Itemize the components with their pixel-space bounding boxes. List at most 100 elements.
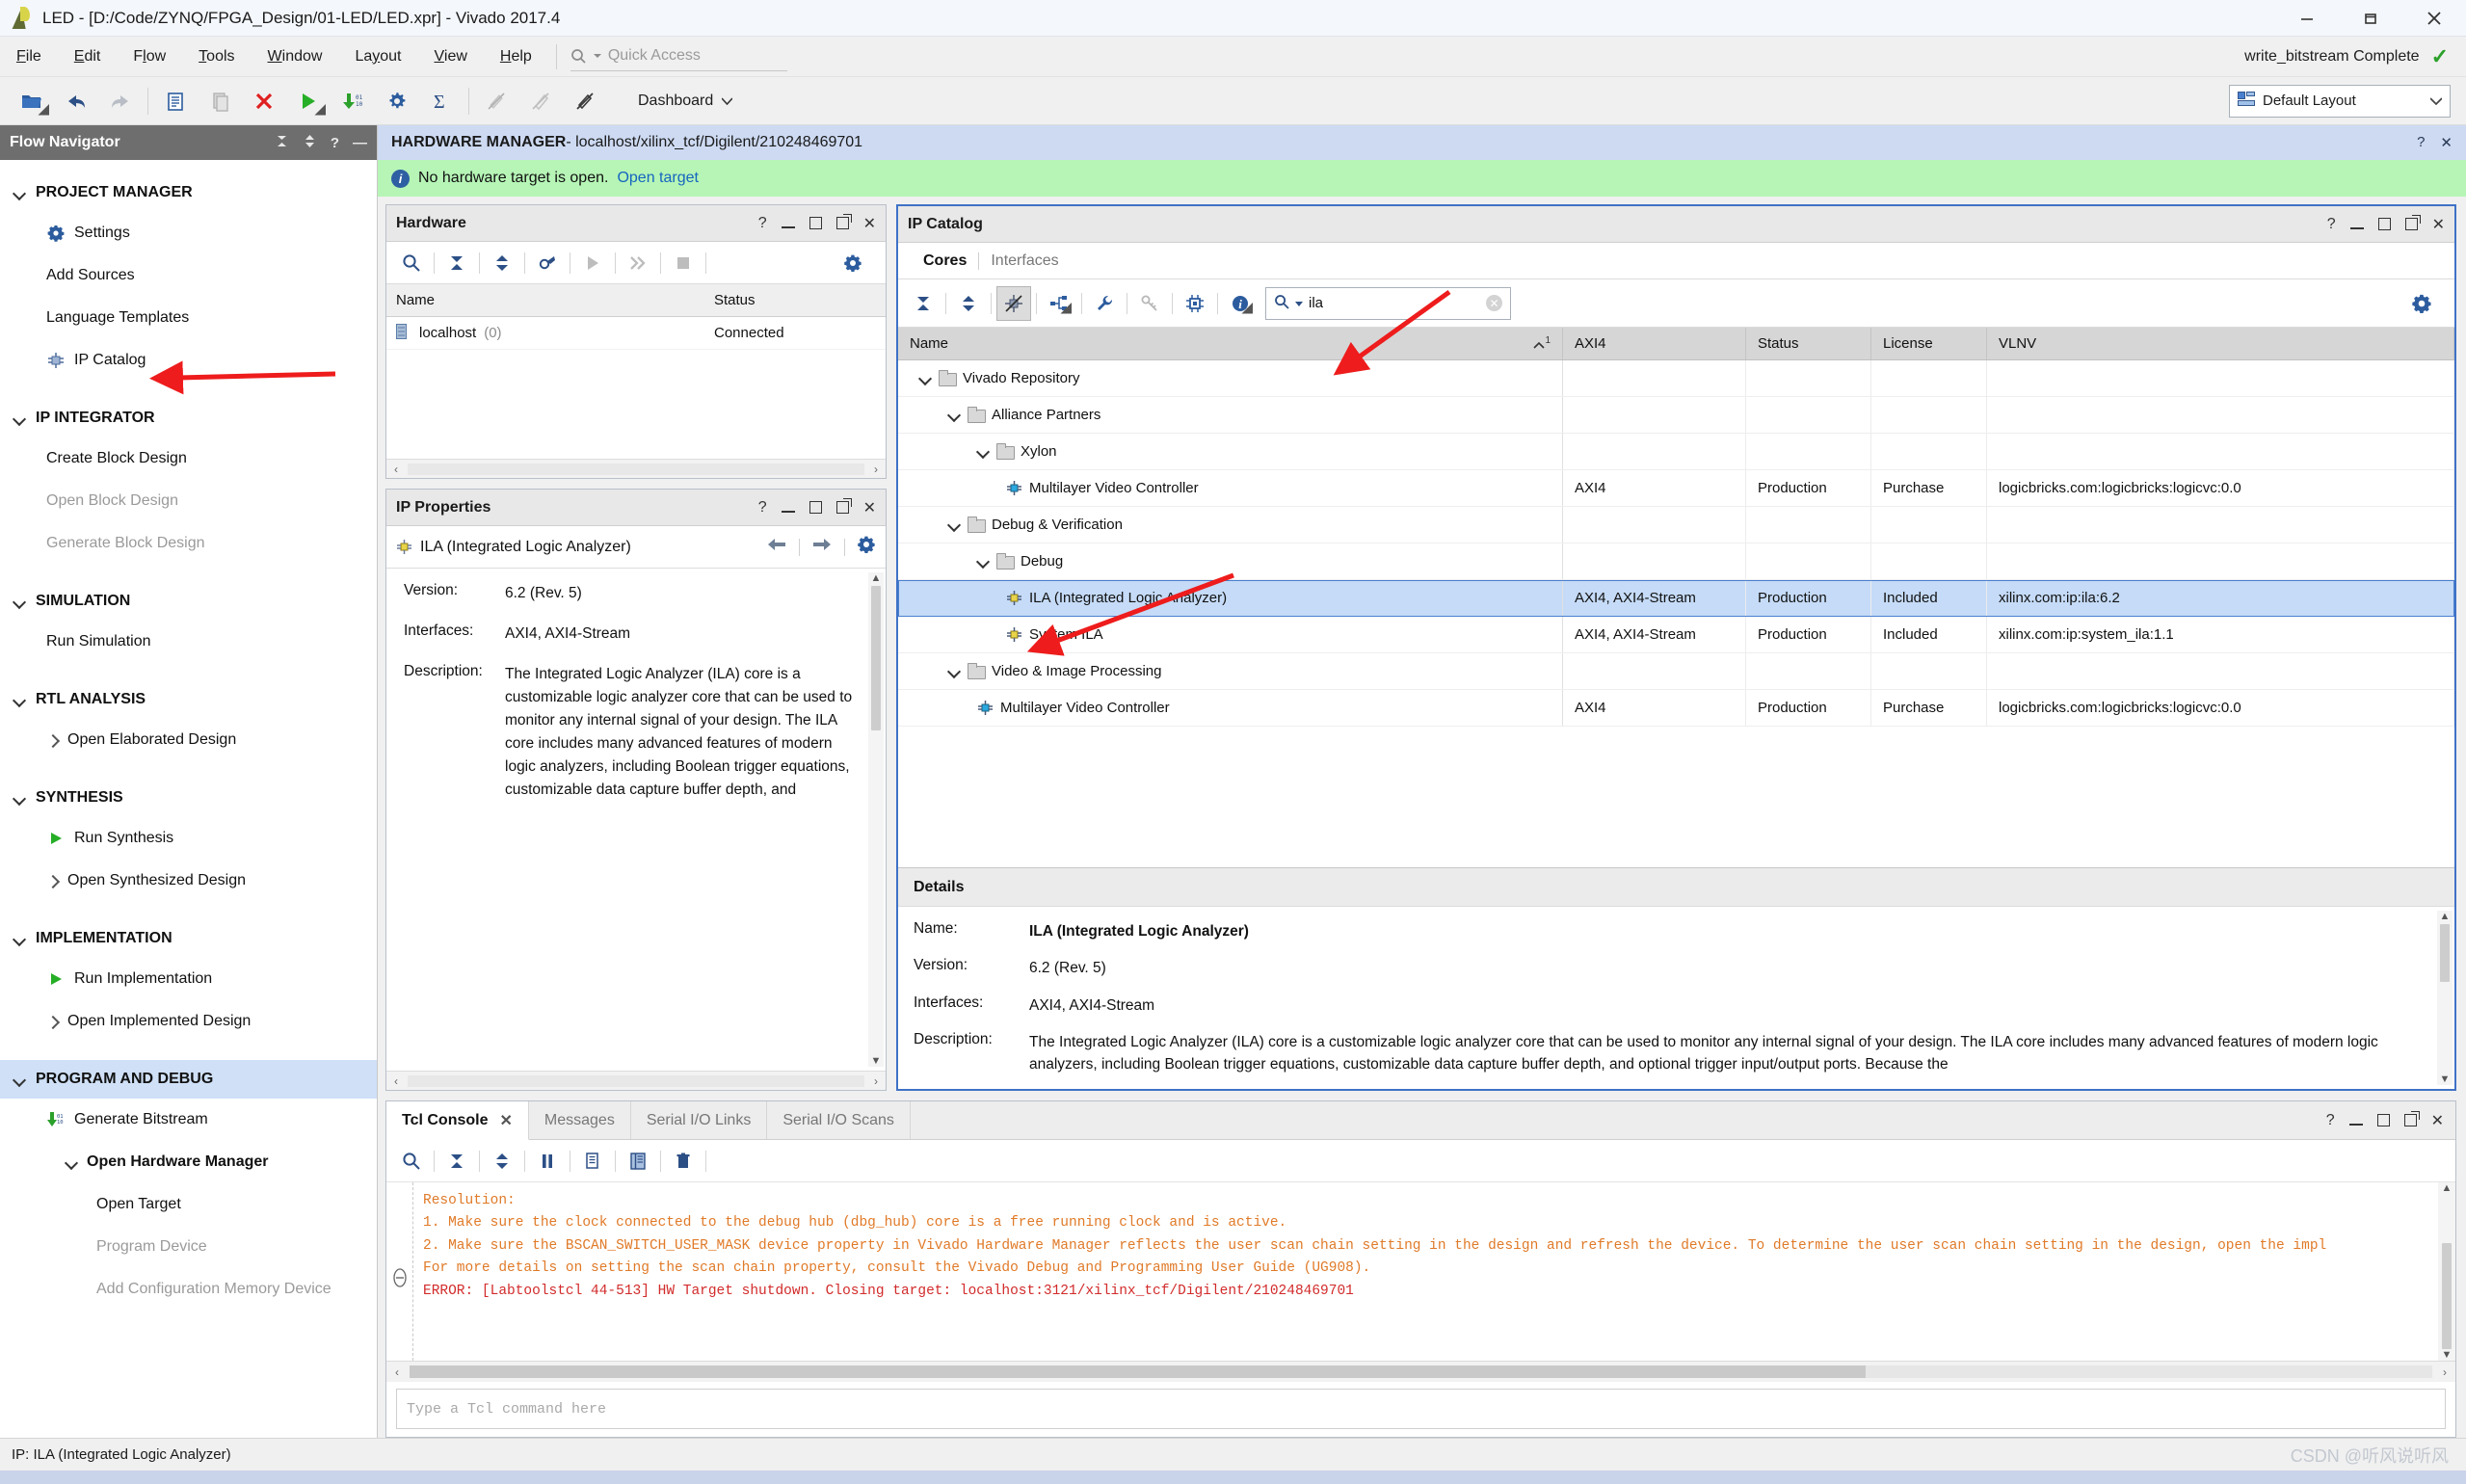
table-row[interactable]: Debug & Verification [898, 507, 2454, 543]
help-icon[interactable]: ? [758, 215, 767, 232]
close-icon[interactable]: ✕ [863, 498, 876, 517]
scroll-right-arrow[interactable]: › [866, 463, 886, 476]
sidebar-item-settings[interactable]: Settings [0, 212, 377, 254]
ip-properties-vertical-scrollbar[interactable]: ▲ ▼ [868, 572, 884, 1067]
collapse-all-icon[interactable] [275, 134, 289, 152]
scroll-thumb[interactable] [871, 586, 881, 730]
ip-properties-gear-icon[interactable] [857, 535, 876, 559]
clear-debug-button[interactable] [563, 80, 607, 122]
settings-wrench-icon[interactable] [1087, 286, 1122, 321]
sidebar-section-program-and-debug[interactable]: PROGRAM AND DEBUG [0, 1060, 377, 1099]
tcl-command-input[interactable]: Type a Tcl command here [396, 1389, 2446, 1429]
ip-properties-horizontal-scrollbar[interactable]: ‹ › [386, 1071, 886, 1090]
maximize-button[interactable] [2339, 0, 2402, 37]
pause-icon[interactable] [530, 1144, 565, 1179]
table-row[interactable]: Debug [898, 543, 2454, 580]
help-icon[interactable]: ? [758, 499, 767, 517]
close-icon[interactable]: ✕ [2440, 134, 2453, 151]
menu-file[interactable]: File [0, 37, 58, 77]
hardware-settings-gear-icon[interactable] [835, 246, 870, 280]
float-icon[interactable] [2405, 218, 2418, 230]
run-button[interactable] [286, 80, 331, 122]
scroll-track[interactable] [408, 464, 864, 475]
back-arrow-icon[interactable] [766, 537, 787, 557]
scroll-up-arrow[interactable]: ▲ [2440, 911, 2451, 922]
sidebar-item-open-elaborated-design[interactable]: Open Elaborated Design [0, 719, 377, 761]
scroll-down-arrow[interactable]: ▼ [2440, 1073, 2451, 1085]
clear-search-icon[interactable]: ✕ [1486, 295, 1502, 311]
ip-search-box[interactable]: ila ✕ [1265, 287, 1511, 320]
column-header-name[interactable]: Name 1 [898, 328, 1563, 359]
column-header-license[interactable]: License [1871, 328, 1987, 359]
help-icon[interactable]: ? [2327, 216, 2336, 233]
chevron-down-icon[interactable] [977, 445, 990, 458]
scroll-left-arrow[interactable]: ‹ [386, 1074, 406, 1088]
table-row[interactable]: Multilayer Video Controller AXI4 Product… [898, 470, 2454, 507]
sidebar-item-generate-bitstream[interactable]: 01 10 Generate Bitstream [0, 1099, 377, 1141]
group-by-repository-icon[interactable] [1042, 286, 1076, 321]
tab-messages[interactable]: Messages [529, 1101, 631, 1139]
console-horizontal-scrollbar[interactable]: ‹ › [386, 1361, 2455, 1382]
table-row[interactable]: System ILA AXI4, AXI4-Stream Production … [898, 617, 2454, 653]
forward-arrow-icon[interactable] [811, 537, 833, 557]
close-icon[interactable]: ✕ [863, 214, 876, 233]
maximize-icon[interactable] [2378, 218, 2391, 230]
scroll-down-arrow[interactable]: ▼ [871, 1055, 882, 1067]
sidebar-item-open-target[interactable]: Open Target [0, 1183, 377, 1226]
sidebar-item-create-block-design[interactable]: Create Block Design [0, 437, 377, 480]
minimize-icon[interactable] [782, 511, 795, 513]
scroll-thumb[interactable] [2442, 1243, 2452, 1349]
close-button[interactable] [2402, 0, 2466, 37]
column-header-name[interactable]: Name [386, 284, 704, 316]
sidebar-item-ip-catalog[interactable]: IP Catalog [0, 339, 377, 382]
ip-info-icon[interactable]: i [1223, 286, 1258, 321]
minimize-icon[interactable]: — [353, 135, 367, 151]
search-icon[interactable] [394, 1144, 429, 1179]
help-icon[interactable]: ? [2417, 134, 2425, 151]
sidebar-section-ip-integrator[interactable]: IP INTEGRATOR [0, 399, 377, 437]
copy-icon[interactable] [575, 1144, 610, 1179]
sidebar-section-implementation[interactable]: IMPLEMENTATION [0, 919, 377, 958]
hardware-horizontal-scrollbar[interactable]: ‹ › [386, 459, 886, 478]
sidebar-section-synthesis[interactable]: SYNTHESIS [0, 779, 377, 817]
menu-flow[interactable]: Flow [117, 37, 182, 77]
layout-dropdown[interactable]: Default Layout [2229, 85, 2451, 118]
menu-layout[interactable]: Layout [338, 37, 417, 77]
generate-bitstream-button[interactable]: 01 10 [331, 80, 375, 122]
column-header-vlnv[interactable]: VLNV [1987, 328, 2454, 359]
table-row[interactable]: Alliance Partners [898, 397, 2454, 434]
scroll-up-arrow[interactable]: ▲ [2442, 1182, 2453, 1194]
chevron-down-icon[interactable] [948, 409, 961, 421]
console-vertical-scrollbar[interactable]: ▲ ▼ [2438, 1182, 2455, 1361]
scroll-right-arrow[interactable]: › [866, 1074, 886, 1088]
tab-cores[interactable]: Cores [912, 252, 978, 270]
scroll-right-arrow[interactable]: › [2434, 1365, 2455, 1379]
collapse-all-icon[interactable] [439, 1144, 474, 1179]
sidebar-item-run-synthesis[interactable]: Run Synthesis [0, 817, 377, 860]
maximize-icon[interactable] [809, 501, 822, 514]
sidebar-item-open-hardware-manager[interactable]: Open Hardware Manager [0, 1141, 377, 1183]
collapse-all-icon[interactable] [906, 286, 941, 321]
chevron-down-icon[interactable] [919, 372, 932, 384]
open-in-editor-icon[interactable] [621, 1144, 655, 1179]
scroll-left-arrow[interactable]: ‹ [386, 1365, 408, 1379]
sidebar-item-open-implemented-design[interactable]: Open Implemented Design [0, 1000, 377, 1043]
float-icon[interactable] [836, 501, 849, 514]
chevron-down-icon[interactable] [948, 518, 961, 531]
column-header-axi4[interactable]: AXI4 [1563, 328, 1746, 359]
expand-all-icon[interactable] [485, 246, 519, 280]
menu-view[interactable]: View [418, 37, 484, 77]
sidebar-item-add-sources[interactable]: Add Sources [0, 254, 377, 297]
sum-report-button[interactable]: Σ [419, 80, 464, 122]
open-project-button[interactable] [10, 80, 54, 122]
auto-connect-icon[interactable] [530, 246, 565, 280]
delete-button[interactable] [242, 80, 286, 122]
minimize-button[interactable] [2275, 0, 2339, 37]
scroll-left-arrow[interactable]: ‹ [386, 463, 406, 476]
column-header-status[interactable]: Status [1746, 328, 1871, 359]
table-row[interactable]: Xylon [898, 434, 2454, 470]
table-row[interactable]: Vivado Repository [898, 360, 2454, 397]
expand-all-icon[interactable] [303, 134, 317, 152]
ip-details-vertical-scrollbar[interactable]: ▲ ▼ [2437, 911, 2453, 1085]
tab-tcl-console[interactable]: Tcl Console ✕ [386, 1101, 529, 1140]
